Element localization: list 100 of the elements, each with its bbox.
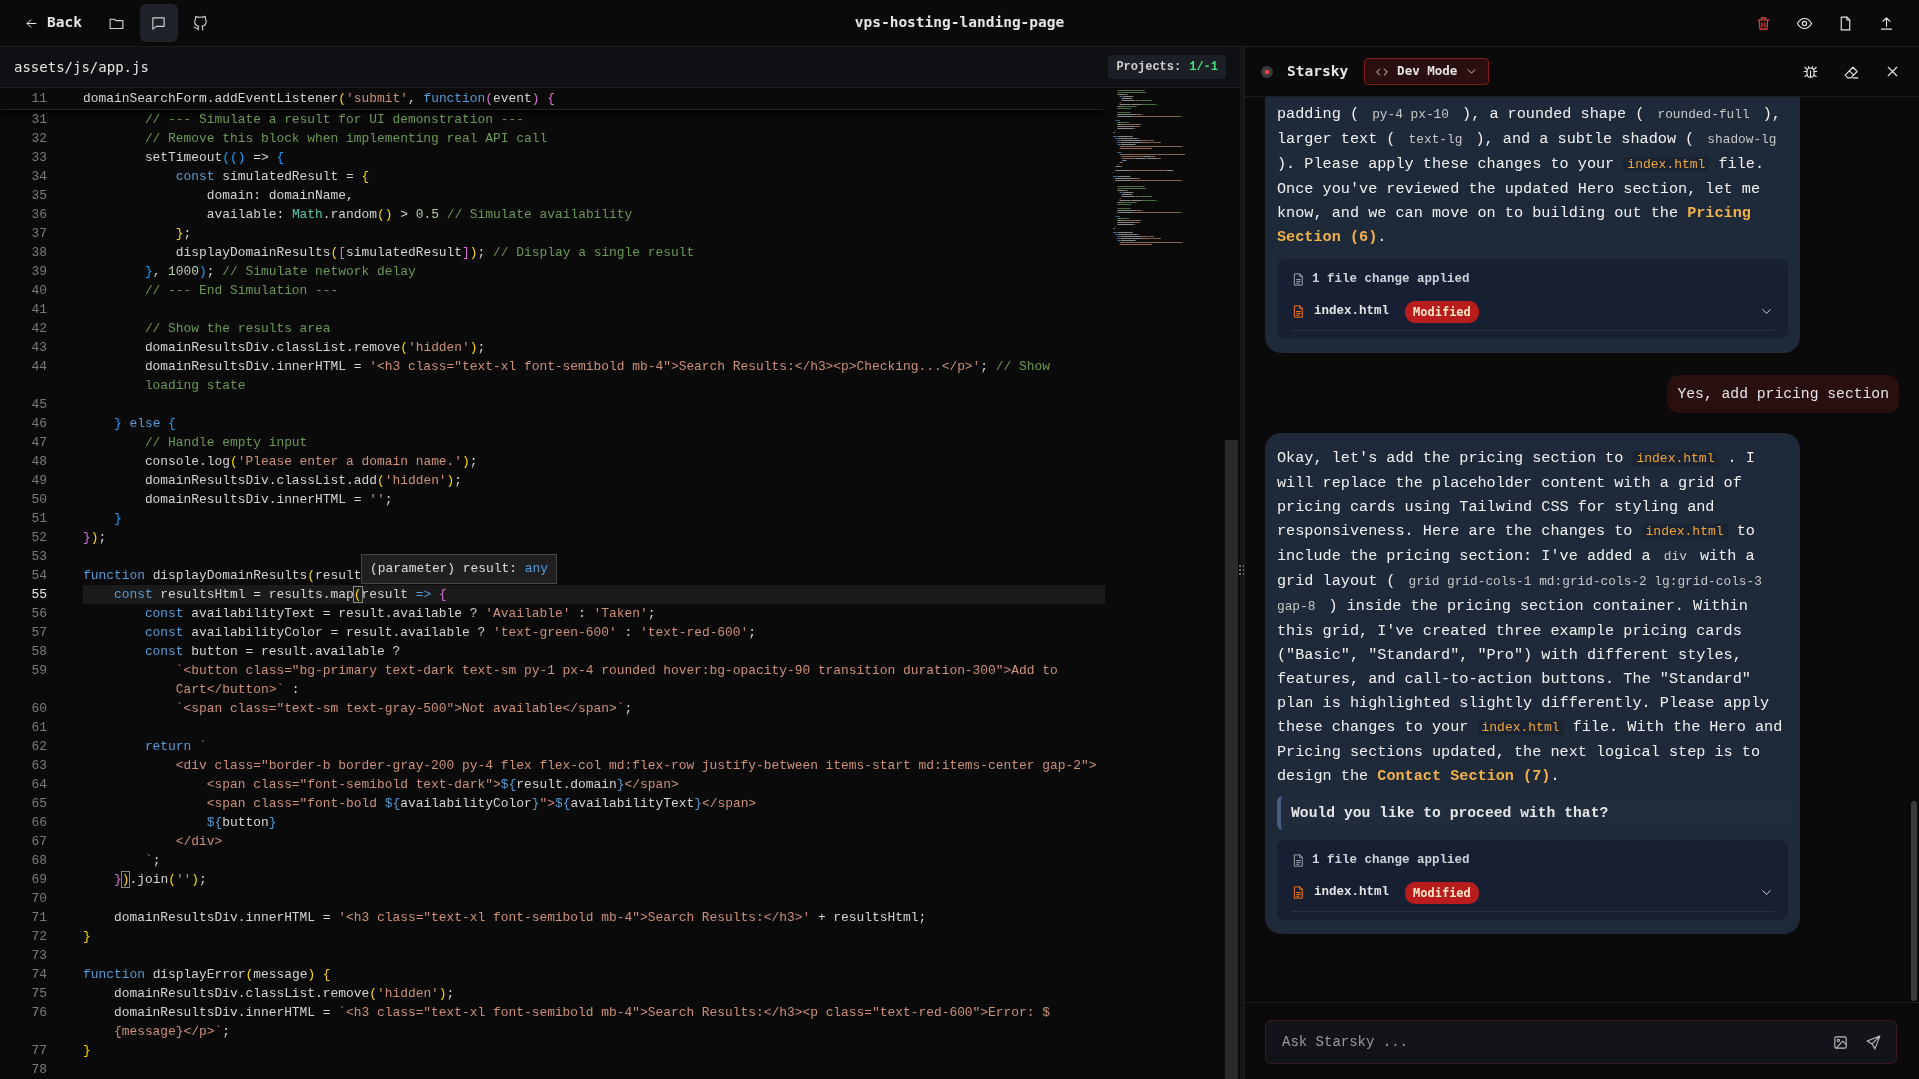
line-number: 71 [30, 908, 47, 927]
delete-icon[interactable] [1755, 14, 1772, 32]
file-icon [1291, 885, 1306, 901]
mode-dropdown[interactable]: Dev Mode [1364, 58, 1490, 85]
line-number: 31 [30, 110, 47, 129]
line-number: 40 [30, 281, 47, 300]
change-summary: 1 file change applied [1312, 851, 1470, 869]
bug-icon[interactable] [1802, 63, 1819, 80]
code-line: domainResultsDiv.innerHTML = `<h3 class="text-xl font-semibold mb-4">Search Results:</h3><p class="text-red-600">Error: $ [112, 1004, 1050, 1022]
file-icon [1291, 304, 1306, 319]
chat-icon[interactable] [139, 4, 178, 42]
line-number: 35 [30, 186, 47, 205]
projects-count: 1/-1 [1189, 59, 1218, 76]
code-line: return ` [143, 738, 207, 756]
line-number: 46 [30, 414, 47, 433]
scrollbar[interactable] [1225, 440, 1238, 1079]
line-number: 45 [30, 395, 47, 414]
code-line: // Show the results area [143, 320, 331, 338]
code-line: Cart</button>` : [175, 681, 300, 699]
line-number: 75 [30, 984, 47, 1003]
line-number: 44 [30, 357, 47, 376]
line-number: 63 [30, 756, 47, 775]
line-number: 65 [30, 794, 47, 813]
code-line: <span class="font-bold ${availabilityColor}">${availabilityText}</span> [205, 795, 757, 813]
code-line: function displayDomainResults(result [83, 567, 362, 585]
back-button[interactable]: Back [16, 8, 90, 38]
line-number: 72 [30, 927, 47, 946]
code-line: domainResultsDiv.innerHTML = ''; [143, 491, 393, 509]
line-number: 56 [30, 604, 47, 623]
line-number: 42 [30, 319, 47, 338]
code-line: function displayError(message) { [83, 966, 331, 984]
code-line: domainSearchForm.addEventListener('submit', function(event) { [83, 90, 555, 108]
line-number: 52 [30, 528, 47, 547]
image-icon[interactable] [1832, 1033, 1849, 1051]
line-number: 48 [30, 452, 47, 471]
code-line: </div> [174, 833, 223, 851]
message-text: padding ( py-4 px-10 ), a rounded shape ( rounded-full ), larger text ( text-lg ), and a subtle shadow ( shadow-lg ). Please apply these changes to your index.html file. Once you've reviewed the updated Hero section, let me know, and we can move on to building out the Pricing Section (6). [1277, 104, 1782, 248]
line-number: 76 [30, 1003, 47, 1022]
line-number: 41 [30, 300, 47, 319]
hover-tooltip: (parameter) result: any [361, 554, 557, 584]
line-number: 32 [30, 129, 47, 148]
code-line: const availabilityText = result.available ? 'Available' : 'Taken'; [143, 605, 656, 623]
code-line: `<span class="text-sm text-gray-500">Not available</span>`; [174, 700, 633, 718]
line-number: 55 [30, 585, 47, 604]
line-number: 33 [30, 148, 47, 167]
resize-handle[interactable] [1238, 564, 1246, 576]
document-icon [1291, 271, 1306, 287]
scrollbar[interactable] [1911, 801, 1917, 1001]
file-name: index.html [1314, 303, 1389, 321]
code-line: const resultsHtml = results.map(result => { [112, 586, 447, 604]
code-line: <span class="font-semibold text-dark">${result.domain}</span> [205, 776, 679, 794]
line-number: 49 [30, 471, 47, 490]
code-line: }; [174, 225, 192, 243]
code-line: <div class="border-b border-gray-200 py-4 flex flex-col md:flex-row justify-between items-start md:items-center gap-2"> [174, 757, 1097, 775]
line-number: 53 [30, 547, 47, 566]
code-line: `<button class="bg-primary text-dark text-sm py-1 px-4 rounded hover:bg-opacity-90 transition duration-300">Add to [174, 662, 1058, 680]
logo-icon [1259, 63, 1275, 80]
code-line: console.log('Please enter a domain name.'); [143, 453, 478, 471]
message-field[interactable]: Ask Starsky ... [1265, 1020, 1897, 1064]
line-number: 69 [30, 870, 47, 889]
line-number: 62 [30, 737, 47, 756]
line-number: 59 [30, 661, 47, 680]
line-number: 54 [30, 566, 47, 585]
project-title: vps-hosting-landing-page [854, 13, 1065, 33]
line-number: 78 [30, 1060, 47, 1079]
line-number: 57 [30, 623, 47, 642]
assistant-name: Starsky [1287, 61, 1349, 81]
code-line: `; [143, 852, 161, 870]
line-number: 74 [30, 965, 47, 984]
line-number: 39 [30, 262, 47, 281]
code-line: domain: domainName, [205, 187, 354, 205]
send-icon[interactable] [1865, 1033, 1882, 1051]
code-line: // Handle empty input [143, 434, 308, 452]
message-text: Okay, let's add the pricing section to index.html . I will replace the placeholder content with a grid of pricing cards using Tailwind CSS for styling and responsiveness. Here are the changes to index.html to include the pricing section: I've added a div with a grid layout ( grid grid-cols-1 md:grid-cols-2 lg:grid-cols-3 gap-8 ) inside the pricing section container. Within this grid, I've created three example pricing cards ("Basic", "Standard", "Pro") with different styles, features, and call-to-action buttons. The "Standard" plan is highlighted slightly differently. Please apply these changes to your index.html file. With the Hero and Pricing sections updated, the next logical step is to design the Contact Section (7). [1277, 448, 1784, 788]
code-line: domainResultsDiv.classList.remove('hidden'); [112, 985, 455, 1003]
code-line: } [83, 928, 91, 946]
code-line: const availabilityColor = result.available ? 'text-green-600' : 'text-red-600'; [143, 624, 757, 642]
line-number: 34 [30, 167, 47, 186]
file-name: index.html [1314, 884, 1389, 902]
line-number: 64 [30, 775, 47, 794]
line-number: 61 [30, 718, 47, 737]
line-number: 37 [30, 224, 47, 243]
message-input[interactable]: Ask Starsky ... [1280, 1030, 1816, 1054]
code-line: domainResultsDiv.classList.add('hidden'); [143, 472, 463, 490]
line-number: 38 [30, 243, 47, 262]
projects-label: Projects: [1116, 59, 1182, 76]
user-message: Yes, add pricing section [1667, 375, 1899, 414]
line-number: 66 [30, 813, 47, 832]
line-number: 43 [30, 338, 47, 357]
code-line: } [83, 1042, 91, 1060]
upload-icon[interactable] [1878, 14, 1895, 32]
file-path: assets/js/app.js [14, 57, 149, 77]
code-line: } [112, 510, 122, 528]
line-number: 50 [30, 490, 47, 509]
code-line: // Remove this block when implementing real API call [143, 130, 548, 148]
code-line: // --- End Simulation --- [143, 282, 339, 300]
code-line: domainResultsDiv.classList.remove('hidden'); [143, 339, 486, 357]
line-number: 73 [30, 946, 47, 965]
status-badge: Modified [1405, 300, 1479, 323]
code-line: displayDomainResults([simulatedResult]); // Display a single result [174, 244, 695, 262]
